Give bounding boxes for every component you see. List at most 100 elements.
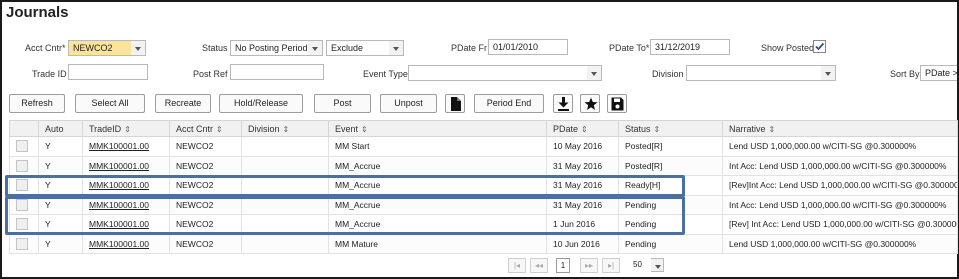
status-mode-dropdown-button[interactable]	[389, 40, 404, 56]
trade-id-link[interactable]: MMK100001.00	[89, 239, 149, 249]
pdate-to-label: PDate To*	[609, 43, 650, 53]
cell-event: MM_Accrue	[328, 155, 547, 176]
event-type-dropdown-button[interactable]	[587, 65, 602, 81]
header-status[interactable]: Status ⇕	[618, 120, 723, 137]
cell-narrative: Int Acc: Lend USD 1,000,000.00 w/CITI-SG…	[722, 194, 958, 215]
table-row[interactable]: Y MMK100001.00 NEWCO2 MM Start 10 May 2016 Po…	[9, 136, 958, 157]
trade-id-label: Trade ID	[32, 69, 67, 79]
sort-icon[interactable]: ⇕	[654, 125, 661, 134]
pager-last-button[interactable]: ▸|	[602, 258, 620, 273]
page-size-dropdown-button[interactable]	[651, 258, 664, 272]
post-button[interactable]: Post	[314, 94, 371, 113]
sort-icon[interactable]: ⇕	[124, 125, 131, 134]
hold-release-button[interactable]: Hold/Release	[219, 94, 303, 113]
row-checkbox[interactable]	[16, 159, 28, 172]
pdate-to-field[interactable]: 31/12/2019	[650, 39, 730, 55]
cell-status: Ready[H]	[618, 175, 723, 196]
pager-next-button[interactable]: ▸▸	[580, 258, 598, 273]
pager-prev-button[interactable]: ◂◂	[530, 258, 548, 273]
row-checkbox[interactable]	[16, 237, 28, 250]
cell-trade-id: MMK100001.00	[82, 194, 170, 215]
download-button[interactable]	[553, 94, 573, 113]
header-pdate[interactable]: PDate ⇕	[546, 120, 619, 137]
cell-pdate: 10 May 2016	[546, 136, 619, 157]
sort-by-select[interactable]: PDate >	[920, 65, 957, 81]
row-select-cell	[9, 136, 39, 157]
cell-narrative: Int Acc: Lend USD 1,000,000.00 w/CITI-SG…	[722, 155, 958, 176]
cell-auto: Y	[38, 214, 83, 235]
select-all-button[interactable]: Select All	[75, 94, 145, 113]
cell-pdate: 1 Jun 2016	[546, 214, 619, 235]
acct-cntr-label: Acct Cntr*	[25, 43, 66, 53]
header-acct-cntr[interactable]: Acct Cntr ⇕	[169, 120, 242, 137]
table-row[interactable]: Y MMK100001.00 NEWCO2 MM_Accrue 1 Jun 2016 Pe…	[9, 214, 958, 235]
table-row[interactable]: Y MMK100001.00 NEWCO2 MM_Accrue 31 May 2016 P…	[9, 155, 958, 176]
sort-icon[interactable]: ⇕	[769, 125, 776, 134]
cell-status: Posted[R]	[618, 136, 723, 157]
header-division[interactable]: Division ⇕	[241, 120, 329, 137]
header-select	[9, 120, 39, 137]
division-dropdown-button[interactable]	[821, 65, 836, 81]
event-type-select[interactable]	[408, 65, 588, 81]
post-ref-field[interactable]	[230, 64, 324, 80]
acct-cntr-field[interactable]: NEWCO2	[68, 40, 132, 56]
header-event[interactable]: Event ⇕	[328, 120, 547, 137]
cell-division	[241, 175, 329, 196]
status-select[interactable]: No Posting Period	[230, 40, 309, 56]
pdate-fr-field[interactable]: 01/01/2010	[488, 39, 568, 55]
favorite-button[interactable]	[580, 94, 600, 113]
row-checkbox[interactable]	[16, 140, 28, 153]
trade-id-link[interactable]: MMK100001.00	[89, 180, 149, 190]
header-trade-id[interactable]: TradeID ⇕	[82, 120, 170, 137]
row-select-cell	[9, 194, 39, 215]
division-select[interactable]	[686, 65, 822, 81]
period-end-button[interactable]: Period End	[474, 94, 544, 113]
save-button[interactable]	[607, 94, 627, 113]
pager-first-button[interactable]: |◂	[508, 258, 526, 273]
cell-pdate: 31 May 2016	[546, 175, 619, 196]
cell-trade-id: MMK100001.00	[82, 136, 170, 157]
recreate-button[interactable]: Recreate	[155, 94, 211, 113]
cell-event: MM Start	[328, 136, 547, 157]
table-row[interactable]: Y MMK100001.00 NEWCO2 MM_Accrue 31 May 2016 P…	[9, 194, 958, 215]
trade-id-link[interactable]: MMK100001.00	[89, 141, 149, 151]
checkmark-icon	[815, 42, 825, 51]
show-posted-checkbox[interactable]	[813, 40, 826, 53]
table-row[interactable]: Y MMK100001.00 NEWCO2 MM Mature 10 Jun 2016 P…	[9, 233, 958, 254]
row-checkbox[interactable]	[16, 179, 28, 192]
cell-pdate: 10 Jun 2016	[546, 233, 619, 254]
cell-division	[241, 233, 329, 254]
unpost-button[interactable]: Unpost	[380, 94, 437, 113]
acct-cntr-dropdown-button[interactable]	[131, 40, 146, 56]
refresh-button[interactable]: Refresh	[9, 94, 65, 113]
cell-acct-cntr: NEWCO2	[169, 214, 242, 235]
sort-icon[interactable]: ⇕	[216, 125, 223, 134]
page-title: Journals	[6, 4, 69, 21]
status-dropdown-button[interactable]	[308, 40, 323, 56]
table-row[interactable]: Y MMK100001.00 NEWCO2 MM_Accrue 31 May 2016 R…	[9, 175, 958, 196]
trade-id-link[interactable]: MMK100001.00	[89, 219, 149, 229]
cell-event: MM Mature	[328, 233, 547, 254]
show-posted-label: Show Posted	[761, 43, 815, 53]
document-button[interactable]	[445, 94, 465, 113]
sort-icon[interactable]: ⇕	[581, 125, 588, 134]
trade-id-field[interactable]	[68, 64, 148, 80]
page-size-select[interactable]: 50	[630, 258, 652, 273]
row-select-cell	[9, 175, 39, 196]
row-checkbox[interactable]	[16, 218, 28, 231]
sort-icon[interactable]: ⇕	[361, 125, 368, 134]
trade-id-link[interactable]: MMK100001.00	[89, 161, 149, 171]
cell-trade-id: MMK100001.00	[82, 214, 170, 235]
sort-icon[interactable]: ⇕	[283, 125, 290, 134]
star-icon	[584, 97, 598, 110]
header-narrative[interactable]: Narrative ⇕	[722, 120, 958, 137]
header-auto[interactable]: Auto	[38, 120, 83, 137]
status-mode-select[interactable]: Exclude	[326, 40, 390, 56]
document-icon	[451, 97, 461, 111]
row-checkbox[interactable]	[16, 198, 28, 211]
cell-pdate: 31 May 2016	[546, 155, 619, 176]
pager-current-page[interactable]: 1	[556, 258, 570, 273]
cell-pdate: 31 May 2016	[546, 194, 619, 215]
trade-id-link[interactable]: MMK100001.00	[89, 200, 149, 210]
post-ref-label: Post Ref	[193, 69, 228, 79]
